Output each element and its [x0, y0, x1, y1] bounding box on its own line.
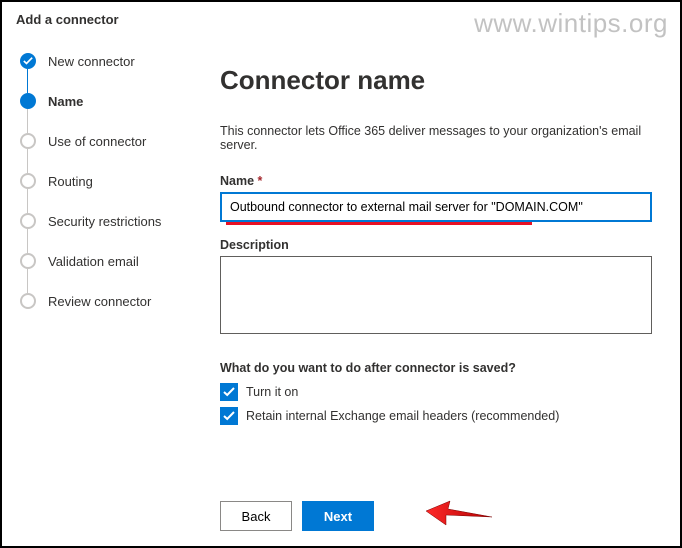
checkmark-icon: [220, 383, 238, 401]
name-label: Name *: [220, 174, 652, 188]
pending-step-icon: [20, 253, 36, 269]
step-validation-email[interactable]: Validation email: [20, 253, 182, 293]
checkbox-label: Retain internal Exchange email headers (…: [246, 409, 559, 423]
required-mark: *: [258, 174, 263, 188]
step-label: Security restrictions: [48, 214, 161, 229]
checkmark-icon: [220, 407, 238, 425]
highlight-underline: [226, 222, 532, 225]
step-label: New connector: [48, 54, 135, 69]
step-use-of-connector[interactable]: Use of connector: [20, 133, 182, 173]
step-label: Name: [48, 94, 83, 109]
step-label: Routing: [48, 174, 93, 189]
next-button[interactable]: Next: [302, 501, 374, 531]
connector-description-input[interactable]: [220, 256, 652, 334]
step-label: Review connector: [48, 294, 151, 309]
pending-step-icon: [20, 213, 36, 229]
current-step-icon: [20, 93, 36, 109]
dialog-title: Add a connector: [16, 12, 119, 27]
wizard-steps-sidebar: New connector Name Use of connector Rout…: [2, 35, 192, 541]
description-label: Description: [220, 238, 652, 252]
checkbox-turn-it-on[interactable]: Turn it on: [220, 383, 652, 401]
page-title: Connector name: [220, 65, 652, 96]
pending-step-icon: [20, 133, 36, 149]
step-name[interactable]: Name: [20, 93, 182, 133]
wizard-footer: Back Next: [220, 481, 652, 531]
step-routing[interactable]: Routing: [20, 173, 182, 213]
step-label: Validation email: [48, 254, 139, 269]
check-icon: [20, 53, 36, 69]
after-save-question: What do you want to do after connector i…: [220, 361, 652, 375]
pending-step-icon: [20, 173, 36, 189]
checkbox-retain-headers[interactable]: Retain internal Exchange email headers (…: [220, 407, 652, 425]
main-panel: Connector name This connector lets Offic…: [192, 35, 680, 541]
step-new-connector[interactable]: New connector: [20, 53, 182, 93]
connector-name-input[interactable]: [220, 192, 652, 222]
pending-step-icon: [20, 293, 36, 309]
intro-text: This connector lets Office 365 deliver m…: [220, 124, 652, 152]
step-label: Use of connector: [48, 134, 146, 149]
step-security-restrictions[interactable]: Security restrictions: [20, 213, 182, 253]
step-review-connector[interactable]: Review connector: [20, 293, 182, 309]
name-label-text: Name: [220, 174, 254, 188]
checkbox-label: Turn it on: [246, 385, 298, 399]
back-button[interactable]: Back: [220, 501, 292, 531]
arrow-annotation-icon: [424, 493, 494, 527]
dialog-header: Add a connector: [2, 2, 680, 35]
